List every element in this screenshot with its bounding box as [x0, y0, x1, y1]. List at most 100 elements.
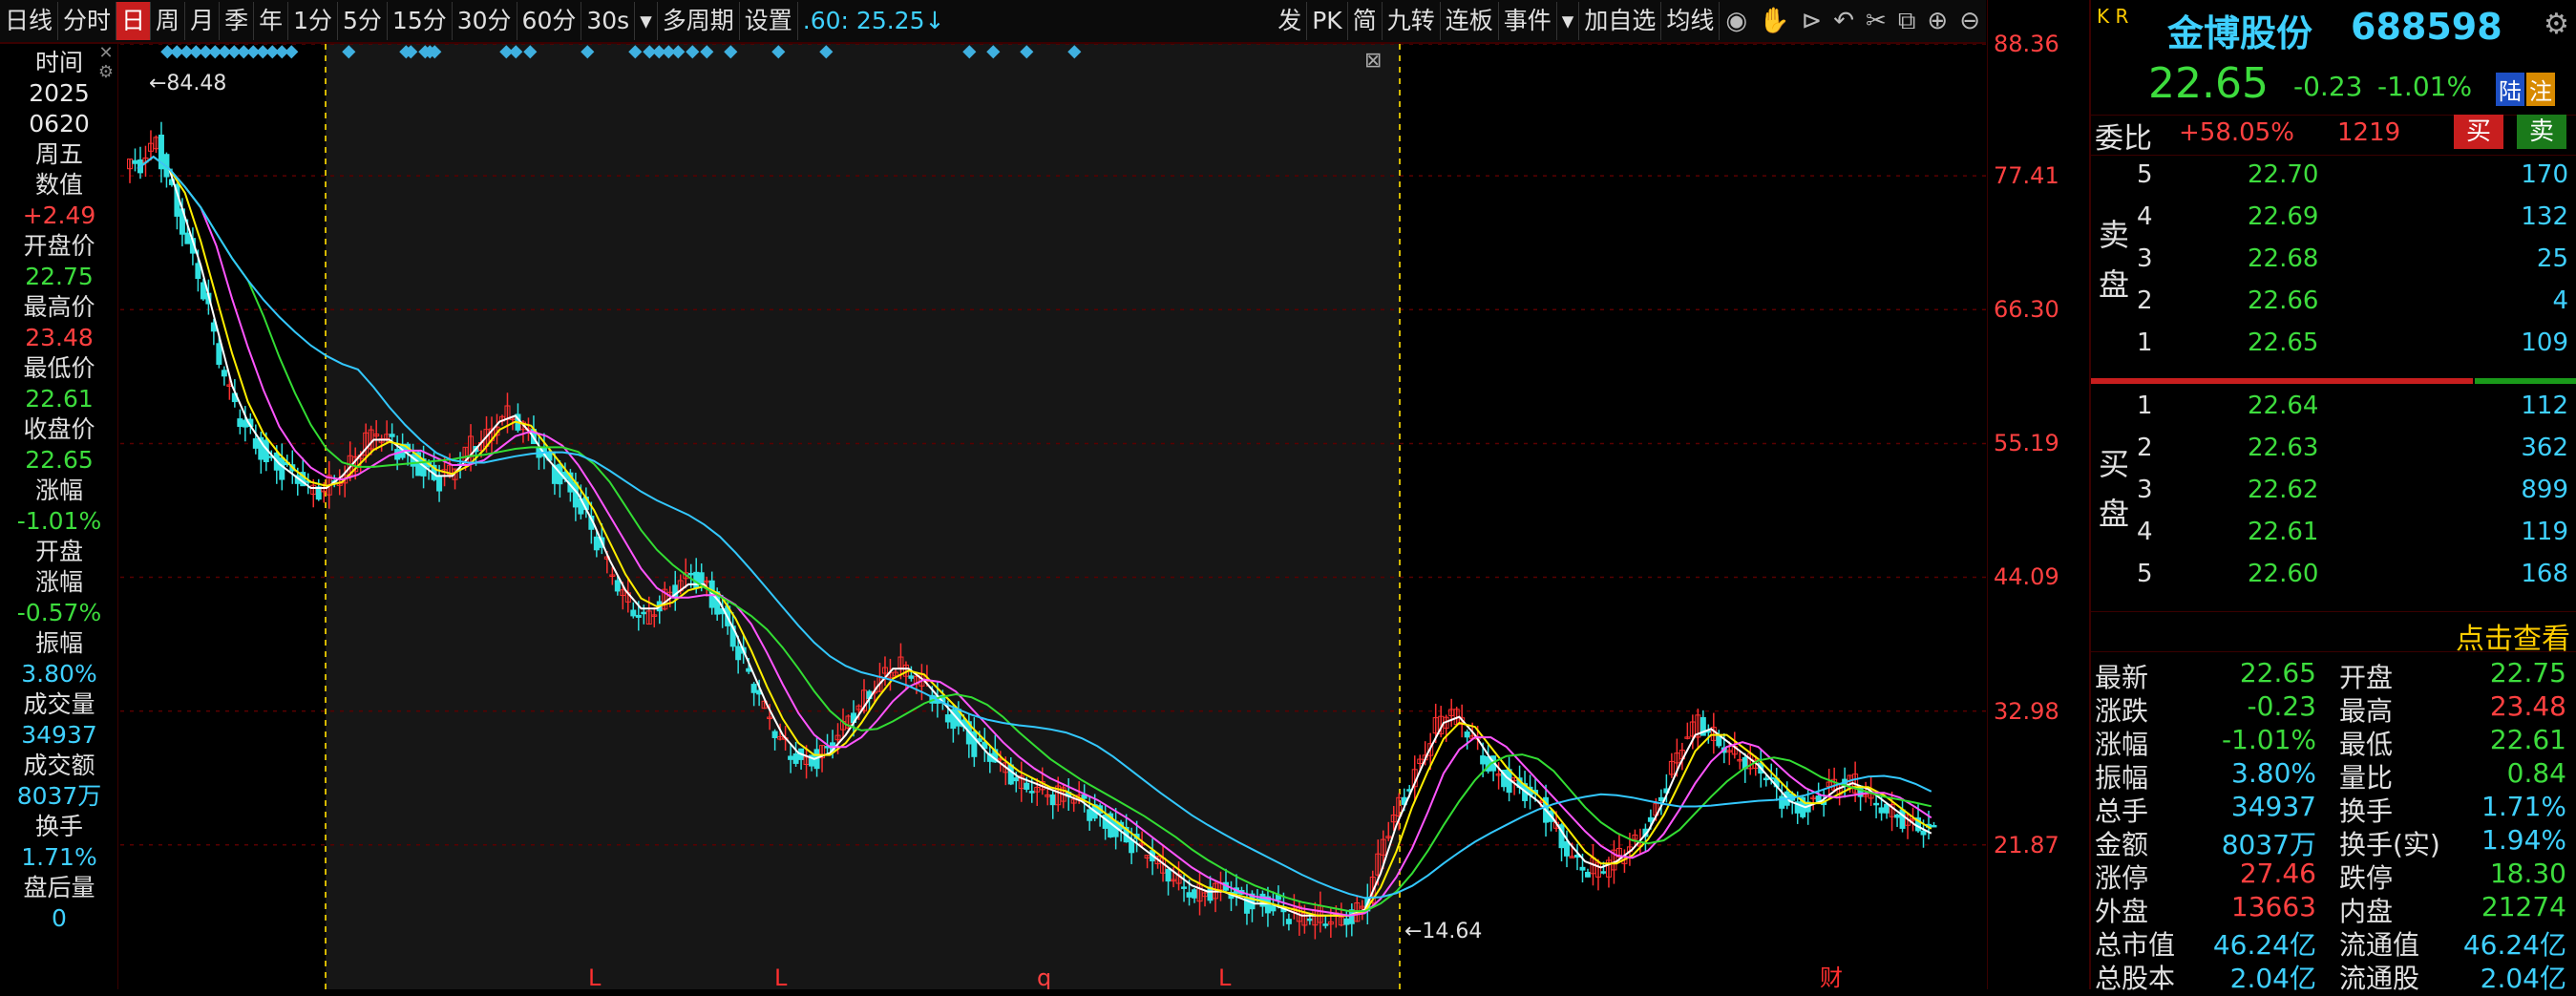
- period-tab[interactable]: 60分: [517, 2, 582, 40]
- period-tab[interactable]: 分时: [58, 2, 117, 40]
- sell-level-row[interactable]: 4 22.69 132: [2133, 202, 2572, 244]
- candle-body: [1285, 919, 1292, 924]
- candle-body: [750, 684, 757, 693]
- bottom-event-marker: L: [1218, 964, 1232, 989]
- zoom-in-icon[interactable]: ⊕: [1921, 7, 1953, 35]
- quote-value: -1.01%: [2221, 724, 2316, 755]
- buy-level-row[interactable]: 3 22.62 899: [2133, 476, 2572, 518]
- kline-chart[interactable]: ←84.48 ←14.64 L Lq L 财 ⊠: [120, 44, 1987, 989]
- level-price: 22.64: [2248, 392, 2319, 420]
- quote-label: 开盘: [2339, 662, 2394, 693]
- scissors-icon[interactable]: ✂: [1860, 7, 1892, 35]
- quote-label: 换手(实): [2339, 829, 2440, 860]
- after-hours-label: 盘后量: [23, 874, 95, 901]
- sell-level-row[interactable]: 5 22.70 170: [2133, 160, 2572, 202]
- quote-row: 最新 22.65 开盘 22.75: [2095, 657, 2572, 693]
- buy-button[interactable]: 买: [2454, 115, 2503, 149]
- toolbar-action[interactable]: PK: [1307, 2, 1348, 40]
- copy-icon[interactable]: ⧉: [1892, 7, 1922, 36]
- candle-body: [614, 580, 621, 592]
- y-tick-label: 32.98: [1994, 697, 2059, 725]
- candle-body: [279, 457, 285, 480]
- registration-badge: 注: [2526, 73, 2555, 106]
- buy-level-row[interactable]: 4 22.61 119: [2133, 518, 2572, 560]
- quote-value: 46.24亿: [2462, 929, 2566, 961]
- candle-body: [1181, 886, 1188, 889]
- period-dropdown-icon[interactable]: ▾: [635, 2, 658, 40]
- weicha-value: 1219: [2337, 118, 2401, 147]
- sell-button[interactable]: 卖: [2517, 115, 2566, 149]
- sell-level-row[interactable]: 2 22.66 4: [2133, 286, 2572, 328]
- period-tab[interactable]: 30分: [453, 2, 517, 40]
- level-volume: 170: [2521, 160, 2568, 189]
- event-dropdown-icon[interactable]: ▾: [1557, 2, 1580, 40]
- y-tick-label: 66.30: [1994, 296, 2059, 324]
- sell-level-row[interactable]: 1 22.65 109: [2133, 328, 2572, 371]
- bottom-event-marker: L: [774, 964, 788, 989]
- period-tab[interactable]: 多周期: [658, 2, 740, 40]
- candle-body: [1464, 731, 1470, 738]
- quote-value: 1.94%: [2481, 824, 2566, 856]
- quote-label: 涨幅: [2095, 729, 2149, 760]
- period-tab[interactable]: 月: [185, 2, 221, 40]
- candle-body: [1049, 794, 1056, 806]
- hk-connect-badge: 陆: [2496, 73, 2524, 106]
- period-tab[interactable]: 15分: [388, 2, 453, 40]
- buy-level-row[interactable]: 1 22.64 112: [2133, 392, 2572, 434]
- period-tab[interactable]: 1分: [288, 2, 339, 40]
- period-tab[interactable]: 年: [254, 2, 289, 40]
- undo-icon[interactable]: ↶: [1827, 7, 1860, 35]
- level-volume: 25: [2536, 244, 2568, 273]
- open-change-label: 开盘: [34, 538, 83, 565]
- quote-value: 2.04亿: [2480, 963, 2566, 994]
- period-tab[interactable]: 设置: [740, 2, 798, 40]
- close-value: 22.65: [25, 446, 94, 474]
- candle-body: [771, 731, 778, 738]
- sell-level-row[interactable]: 3 22.68 25: [2133, 244, 2572, 286]
- stock-change-pct: -1.01%: [2377, 71, 2473, 102]
- buy-pressure-bar: [2475, 378, 2576, 384]
- high-label: 最高价: [23, 293, 95, 321]
- buy-level-row[interactable]: 2 22.63 362: [2133, 434, 2572, 476]
- settings-gear-icon[interactable]: ⚙: [2544, 8, 2569, 41]
- quote-label: 最高: [2339, 695, 2394, 727]
- panel-close-icon[interactable]: ✕ ⚙: [95, 44, 116, 86]
- amount-value: 8037万: [16, 782, 102, 810]
- candle-body: [746, 668, 752, 672]
- toolbar-action[interactable]: 连板: [1441, 2, 1499, 40]
- toolbar-action[interactable]: 简: [1348, 2, 1383, 40]
- zoom-out-icon[interactable]: ⊖: [1953, 7, 1986, 35]
- toolbar-action[interactable]: 九转: [1383, 2, 1441, 40]
- buy-level-row[interactable]: 5 22.60 168: [2133, 560, 2572, 602]
- eye-icon[interactable]: ◉: [1720, 7, 1753, 35]
- quote-row: 涨跌 -0.23 最高 23.48: [2095, 690, 2572, 727]
- candle-body: [1600, 871, 1607, 874]
- toolbar-action[interactable]: 加自选: [1579, 2, 1662, 40]
- quote-label: 涨停: [2095, 862, 2149, 894]
- period-tab[interactable]: 日线: [0, 2, 59, 40]
- value-value: +2.49: [22, 201, 96, 229]
- play-icon[interactable]: ⊳: [1795, 7, 1827, 35]
- period-tab[interactable]: 周: [151, 2, 186, 40]
- ma-readout[interactable]: .60: 25.25↓: [798, 2, 950, 40]
- toolbar-action[interactable]: 事件: [1499, 2, 1557, 40]
- divider: [2091, 155, 2576, 156]
- candle-body: [635, 614, 642, 618]
- quote-label: 跌停: [2339, 862, 2394, 894]
- toolbar-action[interactable]: 均线: [1661, 2, 1721, 40]
- period-tab[interactable]: 5分: [338, 2, 388, 40]
- candle-body: [788, 755, 794, 760]
- hand-icon[interactable]: ✋: [1753, 7, 1795, 35]
- y-tick-label: 55.19: [1994, 430, 2059, 457]
- period-tab[interactable]: 日: [116, 2, 152, 40]
- quote-label: 流通股: [2339, 963, 2420, 994]
- divider: [2091, 611, 2576, 612]
- candle-body: [698, 572, 705, 583]
- period-tab[interactable]: 季: [220, 2, 255, 40]
- period-tab[interactable]: 30s: [581, 2, 636, 40]
- quote-label: 最新: [2095, 662, 2149, 693]
- close-label: 收盘价: [23, 415, 95, 443]
- quote-value: 27.46: [2239, 858, 2316, 889]
- toolbar-action[interactable]: 发: [1273, 2, 1308, 40]
- level-number: 5: [2137, 160, 2153, 189]
